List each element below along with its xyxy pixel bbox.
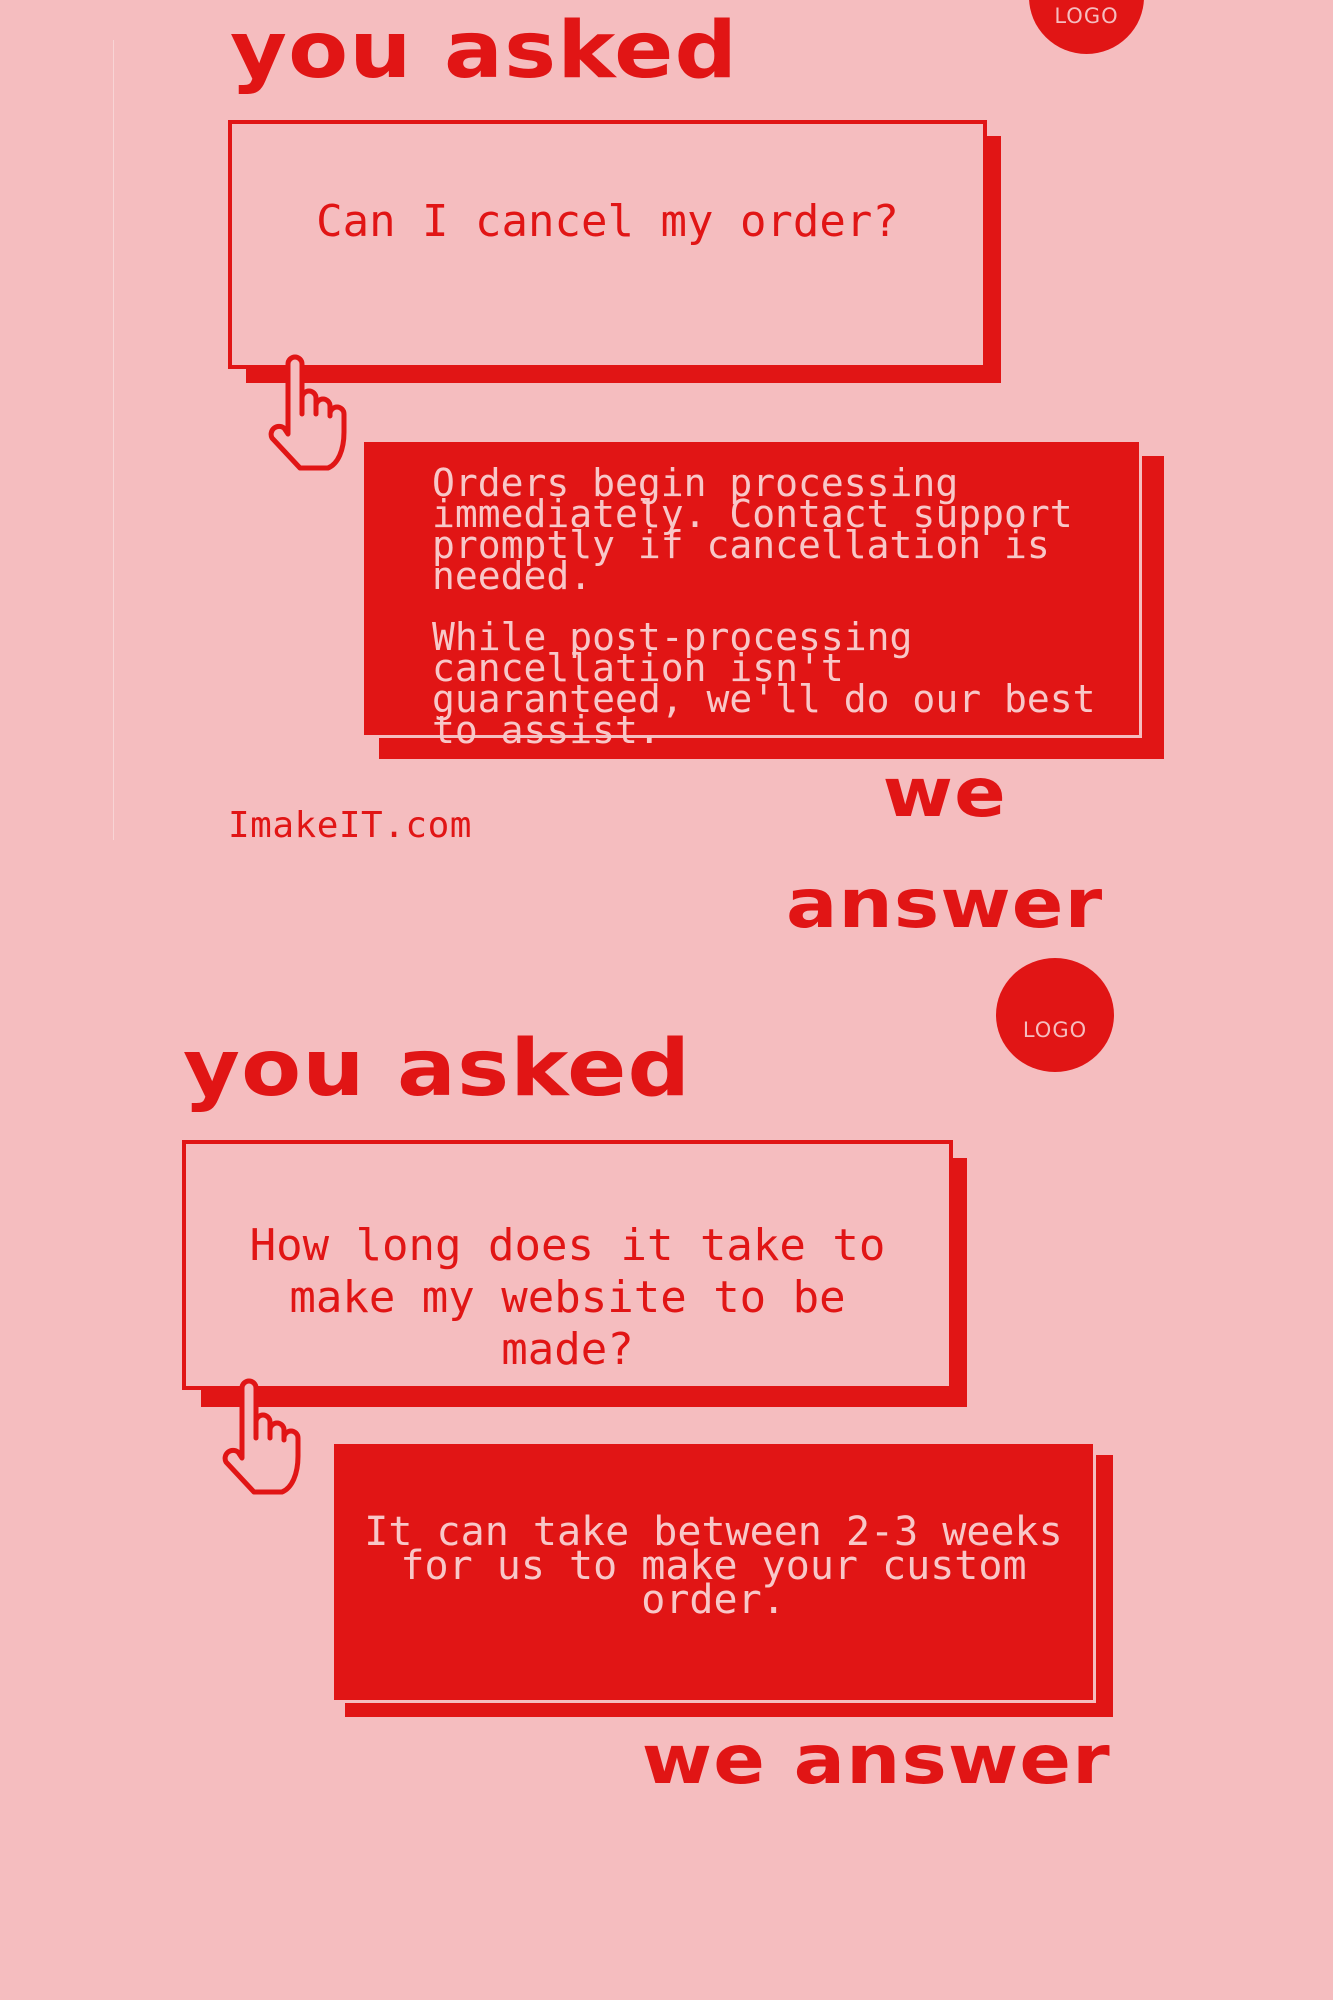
- heading-answer: answer: [785, 865, 1103, 944]
- answer-box: Orders begin processing immediately. Con…: [361, 439, 1142, 749]
- faq-card-website-time: LOGO you asked How long does it take to …: [0, 958, 1333, 2000]
- question-box: How long does it take to make my website…: [182, 1140, 953, 1390]
- logo-text: LOGO: [1054, 4, 1119, 28]
- logo-badge: LOGO: [1029, 0, 1144, 54]
- site-url: ImakeIT.com: [228, 805, 472, 846]
- logo-text: LOGO: [1022, 1018, 1088, 1042]
- answer-paragraph-2: While post-processing cancellation isn't…: [432, 615, 1096, 752]
- answer-box: It can take between 2-3 weeks for us to …: [331, 1441, 1096, 1703]
- question-text: How long does it take to make my website…: [249, 1220, 886, 1375]
- hand-pointer-icon: [268, 354, 347, 471]
- hand-pointer-icon: [222, 1378, 301, 1495]
- heading-we: we: [882, 754, 1007, 833]
- answer-paragraph-1: It can take between 2-3 weeks for us to …: [364, 1509, 1063, 1623]
- heading-you-asked: you asked: [230, 6, 739, 96]
- answer-paragraph-1: Orders begin processing immediately. Con…: [432, 461, 1073, 598]
- question-box: Can I cancel my order?: [228, 120, 987, 369]
- faq-card-cancel-order: LOGO you asked Can I cancel my order? Or…: [0, 0, 1333, 1000]
- divider-line: [113, 40, 114, 840]
- logo-badge: LOGO: [996, 958, 1114, 1072]
- heading-you-asked: you asked: [183, 1024, 692, 1114]
- heading-we-answer: we answer: [641, 1721, 1111, 1800]
- question-text: Can I cancel my order?: [316, 196, 899, 247]
